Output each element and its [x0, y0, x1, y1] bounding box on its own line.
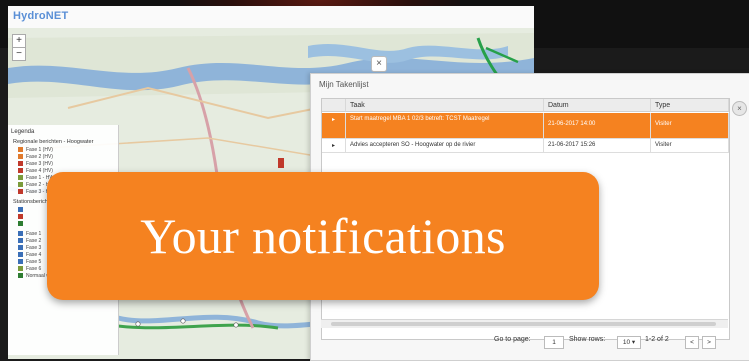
zoom-out-button[interactable]: − — [12, 47, 26, 61]
legend-swatch — [18, 189, 23, 195]
legend-item-label: Fase 6 — [26, 266, 42, 272]
cell-taak: Start maatregel MBA 1 02/3 betreft: TCST… — [346, 113, 544, 139]
legend-section-heading: Regionale berichten - Hoogwater — [13, 139, 94, 145]
legend-swatch — [18, 238, 23, 244]
legend-item: Fase 1 (HV) — [18, 147, 113, 153]
column-header-expander — [322, 99, 346, 112]
app-logo: HydroNET — [13, 10, 69, 22]
legend-swatch — [18, 147, 23, 153]
column-header-type[interactable]: Type — [651, 99, 729, 112]
legend-item-label: Fase 2 (HV) — [26, 154, 53, 160]
legend-swatch — [18, 266, 23, 272]
cell-taak: Advies accepteren SO - Hoogwater op de r… — [346, 139, 544, 153]
cell-datum: 21-06-2017 14:00 — [544, 113, 651, 139]
range-text: 1-2 of 2 — [645, 336, 669, 343]
legend-swatch — [18, 245, 23, 251]
table-row[interactable]: ▸ Advies accepteren SO - Hoogwater op de… — [322, 139, 729, 153]
legend-swatch — [18, 259, 23, 265]
legend-swatch — [18, 154, 23, 160]
legend-item-label: Fase 4 — [26, 252, 42, 258]
legend-swatch — [18, 214, 23, 220]
rows-select-value: 10 — [622, 339, 631, 346]
table-row[interactable]: ▸ Start maatregel MBA 1 02/3 betreft: TC… — [322, 113, 729, 139]
cell-datum: 21-06-2017 15:26 — [544, 139, 651, 153]
legend-swatch — [18, 161, 23, 167]
legend-swatch — [18, 182, 23, 188]
panel-title: Mijn Takenlijst — [319, 80, 369, 89]
map-close-button[interactable]: × — [371, 56, 387, 72]
legend-swatch — [18, 207, 23, 213]
chevron-down-icon: ▾ — [631, 339, 636, 346]
legend-swatch — [18, 168, 23, 174]
horizontal-scrollbar[interactable] — [321, 319, 728, 328]
cell-type: Visiter — [651, 139, 729, 153]
legend-swatch — [18, 252, 23, 258]
legend-item-label: Fase 3 — [26, 245, 42, 251]
legend-swatch — [18, 175, 23, 181]
scrollbar-thumb[interactable] — [331, 322, 716, 326]
column-header-taak[interactable]: Taak — [346, 99, 544, 112]
rows-select[interactable]: 10 ▾ — [617, 336, 641, 349]
row-expand-icon[interactable]: ▸ — [322, 113, 346, 139]
legend-swatch — [18, 231, 23, 237]
legend-item-label: Fase 5 — [26, 259, 42, 265]
notification-text: Your notifications — [140, 208, 506, 264]
zoom-in-button[interactable]: + — [12, 34, 26, 48]
prev-page-button[interactable]: < — [685, 336, 699, 349]
show-rows-label: Show rows: — [569, 336, 606, 343]
legend-item-label: Fase 3 (HV) — [26, 161, 53, 167]
legend-swatch — [18, 221, 23, 227]
legend-swatch — [18, 273, 23, 279]
pager: Go to page: 1 Show rows: 10 ▾ 1-2 of 2 <… — [311, 332, 749, 352]
panel-close-button[interactable]: × — [732, 101, 747, 116]
next-page-button[interactable]: > — [702, 336, 716, 349]
row-expand-icon[interactable]: ▸ — [322, 139, 346, 153]
legend-item: Fase 3 (HV) — [18, 161, 113, 167]
app-header: HydroNET — [8, 6, 534, 29]
notification-banner[interactable]: Your notifications — [47, 172, 599, 300]
legend-item-label: Fase 1 (HV) — [26, 147, 53, 153]
legend-title: Legenda — [11, 129, 35, 135]
legend-item: Fase 2 (HV) — [18, 154, 113, 160]
legend-item-label: Fase 1 — [26, 231, 42, 237]
column-header-datum[interactable]: Datum — [544, 99, 651, 112]
go-to-page-label: Go to page: — [494, 336, 531, 343]
legend-item-label: Fase 2 — [26, 238, 42, 244]
page-input[interactable]: 1 — [544, 336, 564, 349]
cell-type: Visiter — [651, 113, 729, 139]
